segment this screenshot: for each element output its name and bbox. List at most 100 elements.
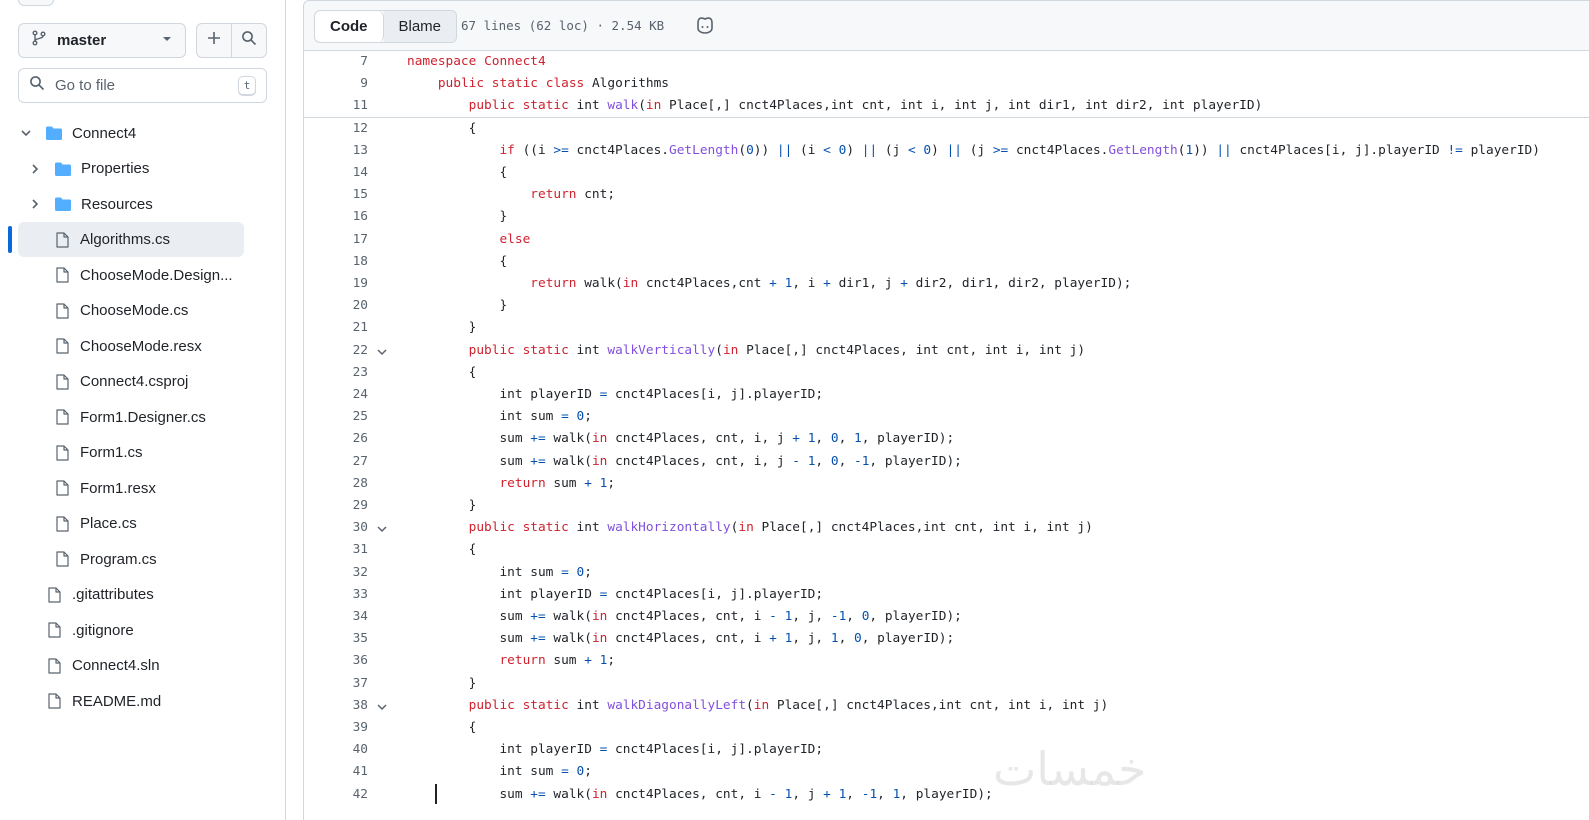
- tree-file[interactable]: .gitattributes: [44, 578, 154, 612]
- line-number[interactable]: 35: [304, 628, 368, 650]
- code-line: 24 int playerID = cnct4Places[i, j].play…: [304, 384, 1589, 406]
- tree-file[interactable]: Algorithms.cs: [52, 223, 170, 257]
- chevron-right-icon[interactable]: [27, 198, 43, 210]
- go-to-file-placeholder: Go to file: [55, 77, 116, 94]
- fold-chevron-icon[interactable]: [376, 344, 390, 358]
- line-number[interactable]: 36: [304, 650, 368, 672]
- add-file-button[interactable]: [196, 23, 232, 58]
- code-line: 21 }: [304, 317, 1589, 339]
- copilot-button[interactable]: [694, 16, 716, 38]
- tree-item-label: README.md: [72, 692, 162, 710]
- branch-name: master: [57, 32, 107, 49]
- chevron-down-icon[interactable]: [18, 127, 34, 139]
- line-number[interactable]: 13: [304, 140, 368, 162]
- tree-file[interactable]: .gitignore: [44, 613, 134, 647]
- line-number[interactable]: 32: [304, 562, 368, 584]
- tree-item-label: Place.cs: [80, 515, 137, 532]
- line-number[interactable]: 24: [304, 384, 368, 406]
- tree-file[interactable]: Place.cs: [52, 507, 137, 541]
- tree-file[interactable]: Program.cs: [52, 542, 157, 576]
- line-number[interactable]: 25: [304, 406, 368, 428]
- line-number[interactable]: 15: [304, 184, 368, 206]
- line-number[interactable]: 38: [304, 695, 368, 717]
- tree-file[interactable]: Form1.cs: [52, 436, 143, 470]
- line-number[interactable]: 29: [304, 495, 368, 517]
- line-number[interactable]: 39: [304, 717, 368, 739]
- code-text: {: [407, 364, 477, 380]
- code-line: 7 namespace Connect4: [304, 51, 1589, 73]
- code-text: namespace Connect4: [407, 54, 546, 69]
- tree-item-label: Connect4.sln: [72, 657, 160, 674]
- tree-item-label: Program.cs: [80, 550, 157, 568]
- tree-file[interactable]: ChooseMode.Design...: [52, 258, 233, 292]
- tree-item-label: ChooseMode.Design...: [80, 266, 233, 284]
- selected-file-indicator: [8, 226, 12, 253]
- caret-down-icon: [161, 32, 173, 50]
- tree-file[interactable]: Connect4.csproj: [52, 365, 188, 399]
- search-code-button[interactable]: [231, 23, 267, 58]
- code-line: 35 sum += walk(in cnct4Places, cnt, i + …: [304, 628, 1589, 650]
- code-text: {: [407, 542, 477, 558]
- folder-icon: [53, 161, 73, 177]
- line-number[interactable]: 28: [304, 473, 368, 495]
- tree-file[interactable]: README.md: [44, 684, 161, 718]
- code-text: int sum = 0;: [407, 409, 592, 425]
- line-number[interactable]: 33: [304, 584, 368, 606]
- sidebar-divider[interactable]: [287, 0, 303, 820]
- go-to-file-input[interactable]: Go to file t: [18, 68, 267, 103]
- line-number[interactable]: 42: [304, 784, 368, 806]
- fold-chevron-icon[interactable]: [376, 699, 390, 713]
- tree-file[interactable]: ChooseMode.cs: [52, 294, 188, 328]
- line-number[interactable]: 18: [304, 251, 368, 273]
- line-number[interactable]: 22: [304, 340, 368, 362]
- file-icon: [52, 302, 72, 319]
- tree-folder[interactable]: Properties: [27, 152, 149, 186]
- line-number[interactable]: 37: [304, 673, 368, 695]
- tree-file[interactable]: Form1.Designer.cs: [52, 400, 206, 434]
- line-number[interactable]: 34: [304, 606, 368, 628]
- line-number[interactable]: 17: [304, 229, 368, 251]
- line-number[interactable]: 23: [304, 362, 368, 384]
- code-text: int playerID = cnct4Places[i, j].playerI…: [407, 742, 824, 758]
- line-number[interactable]: 19: [304, 273, 368, 295]
- fold-chevron-icon[interactable]: [376, 521, 390, 535]
- line-number[interactable]: 26: [304, 428, 368, 450]
- line-number[interactable]: 31: [304, 539, 368, 561]
- line-number[interactable]: 12: [304, 118, 368, 140]
- code-text: }: [407, 675, 477, 691]
- code-text: {: [407, 253, 508, 269]
- tree-folder[interactable]: Resources: [27, 187, 153, 221]
- tab-code[interactable]: Code: [315, 11, 384, 42]
- file-icon: [52, 338, 72, 354]
- line-number[interactable]: 9: [304, 73, 368, 95]
- line-number[interactable]: 30: [304, 517, 368, 539]
- collapse-sidebar-button[interactable]: [18, 0, 54, 6]
- tree-item-label: ChooseMode.resx: [80, 337, 202, 355]
- line-number[interactable]: 41: [304, 761, 368, 783]
- code-line: 22 public static int walkVertically(in P…: [304, 340, 1589, 362]
- code-viewer: Code Blame 67 lines (62 loc) · 2.54 KB 7…: [303, 0, 1589, 820]
- code-line: 41 int sum = 0;: [304, 761, 1589, 783]
- code-lines[interactable]: 7 namespace Connect4 9 public static class…: [303, 51, 1589, 820]
- line-number[interactable]: 20: [304, 295, 368, 317]
- line-number[interactable]: 40: [304, 739, 368, 761]
- code-line: 12 {: [304, 118, 1589, 140]
- tree-file[interactable]: Connect4.sln: [44, 649, 160, 683]
- text-cursor: [435, 784, 437, 804]
- tree-file[interactable]: ChooseMode.resx: [52, 329, 202, 363]
- line-number[interactable]: 14: [304, 162, 368, 184]
- tree-file[interactable]: Form1.resx: [52, 471, 156, 505]
- line-number[interactable]: 21: [304, 317, 368, 339]
- chevron-right-icon[interactable]: [27, 163, 43, 175]
- code-line: 15 return cnt;: [304, 184, 1589, 206]
- tree-folder[interactable]: Connect4: [18, 116, 136, 150]
- git-branch-icon: [31, 30, 47, 51]
- line-number[interactable]: 11: [304, 95, 368, 117]
- tab-blame[interactable]: Blame: [383, 11, 457, 42]
- line-number[interactable]: 7: [304, 51, 368, 73]
- tree-item-label: Form1.resx: [80, 479, 156, 497]
- code-line: 39 {: [304, 717, 1589, 739]
- line-number[interactable]: 16: [304, 206, 368, 228]
- branch-selector-button[interactable]: master: [18, 23, 186, 58]
- line-number[interactable]: 27: [304, 451, 368, 473]
